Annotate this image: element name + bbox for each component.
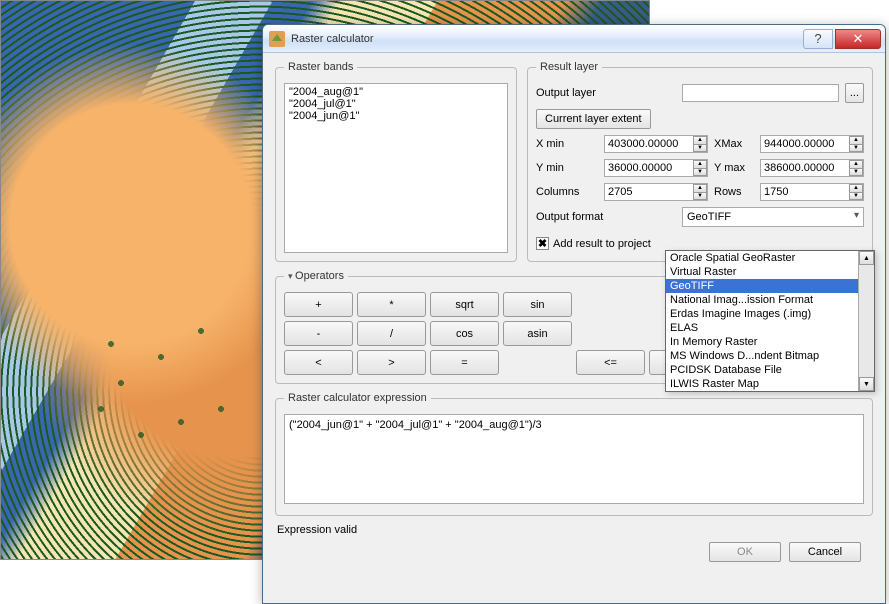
format-option[interactable]: Oracle Spatial GeoRaster [666, 251, 858, 265]
add-result-checkbox[interactable]: ✖ [536, 237, 549, 250]
status-text: Expression valid [277, 524, 871, 536]
cancel-button[interactable]: Cancel [789, 542, 861, 562]
result-layer-legend: Result layer [536, 61, 602, 73]
scroll-down-icon[interactable]: ▼ [859, 377, 874, 391]
spin-up-icon[interactable]: ▲ [849, 184, 863, 192]
output-format-label: Output format [536, 211, 676, 223]
spin-up-icon[interactable]: ▲ [693, 136, 707, 144]
spin-down-icon[interactable]: ▼ [849, 168, 863, 177]
add-result-label: Add result to project [553, 238, 651, 250]
window-title: Raster calculator [291, 33, 801, 45]
result-layer-group: Result layer Output layer ... Current la… [527, 61, 873, 262]
format-option[interactable]: PCIDSK Database File [666, 363, 858, 377]
close-button[interactable]: ✕ [835, 29, 881, 49]
format-option[interactable]: National Imag...ission Format [666, 293, 858, 307]
raster-bands-group: Raster bands "2004_aug@1" "2004_jul@1" "… [275, 61, 517, 262]
raster-bands-legend: Raster bands [284, 61, 357, 73]
expression-textarea[interactable] [284, 414, 864, 504]
current-layer-extent-button[interactable]: Current layer extent [536, 109, 651, 129]
operator-button[interactable]: = [430, 350, 499, 375]
app-icon [269, 31, 285, 47]
list-item[interactable]: "2004_jun@1" [289, 110, 359, 122]
format-option[interactable]: GeoTIFF [666, 279, 858, 293]
format-option[interactable]: Erdas Imagine Images (.img) [666, 307, 858, 321]
operator-button[interactable]: cos [430, 321, 499, 346]
operator-button[interactable]: - [284, 321, 353, 346]
spin-up-icon[interactable]: ▲ [849, 160, 863, 168]
ok-button[interactable]: OK [709, 542, 781, 562]
expression-legend: Raster calculator expression [284, 392, 431, 404]
operator-button[interactable]: * [357, 292, 426, 317]
expression-group: Raster calculator expression [275, 392, 873, 516]
operator-button[interactable]: + [284, 292, 353, 317]
output-format-dropdown[interactable]: Oracle Spatial GeoRasterVirtual RasterGe… [665, 250, 875, 392]
help-button[interactable]: ? [803, 29, 833, 49]
raster-calculator-dialog: Raster calculator ? ✕ Raster bands "2004… [262, 24, 886, 604]
xmax-label: XMax [714, 138, 754, 150]
titlebar[interactable]: Raster calculator ? ✕ [263, 25, 885, 53]
format-option[interactable]: In Memory Raster [666, 335, 858, 349]
output-format-value: GeoTIFF [687, 211, 731, 223]
spin-up-icon[interactable]: ▲ [693, 160, 707, 168]
spin-down-icon[interactable]: ▼ [693, 144, 707, 153]
spin-up-icon[interactable]: ▲ [693, 184, 707, 192]
format-option[interactable]: ILWIS Raster Map [666, 377, 858, 391]
xmin-label: X min [536, 138, 598, 150]
output-format-select[interactable]: GeoTIFF [682, 207, 864, 227]
output-layer-label: Output layer [536, 87, 676, 99]
format-option[interactable]: MS Windows D...ndent Bitmap [666, 349, 858, 363]
operator-button[interactable]: / [357, 321, 426, 346]
ymin-label: Y min [536, 162, 598, 174]
format-option[interactable]: ELAS [666, 321, 858, 335]
output-layer-input[interactable] [682, 84, 839, 102]
list-item[interactable]: "2004_aug@1" [289, 86, 363, 98]
operator-button[interactable]: sqrt [430, 292, 499, 317]
spin-down-icon[interactable]: ▼ [693, 168, 707, 177]
format-option[interactable]: Virtual Raster [666, 265, 858, 279]
ymax-label: Y max [714, 162, 754, 174]
output-layer-browse-button[interactable]: ... [845, 83, 864, 103]
operator-button[interactable]: > [357, 350, 426, 375]
spin-down-icon[interactable]: ▼ [693, 192, 707, 201]
scroll-up-icon[interactable]: ▲ [859, 251, 874, 265]
raster-bands-list[interactable]: "2004_aug@1" "2004_jul@1" "2004_jun@1" [284, 83, 508, 253]
operator-button[interactable]: sin [503, 292, 572, 317]
spin-up-icon[interactable]: ▲ [849, 136, 863, 144]
dropdown-scrollbar[interactable]: ▲ ▼ [858, 251, 874, 391]
spin-down-icon[interactable]: ▼ [849, 144, 863, 153]
operators-legend: Operators [284, 270, 348, 282]
list-item[interactable]: "2004_jul@1" [289, 98, 356, 110]
rows-label: Rows [714, 186, 754, 198]
operator-button[interactable]: asin [503, 321, 572, 346]
spin-down-icon[interactable]: ▼ [849, 192, 863, 201]
columns-label: Columns [536, 186, 598, 198]
operator-button[interactable]: <= [576, 350, 645, 375]
operator-button[interactable]: < [284, 350, 353, 375]
